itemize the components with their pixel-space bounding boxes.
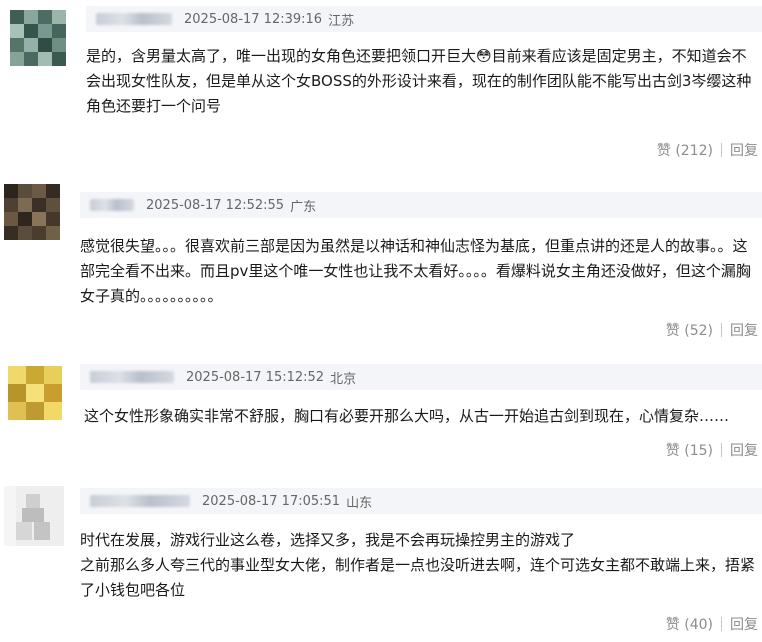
comment-text: 感觉很失望。。。很喜欢前三部是因为虽然是以神话和神仙志怪为基底，但重点讲的还是人… bbox=[80, 237, 751, 305]
timestamp: 2025-08-17 15:12:52 bbox=[186, 369, 325, 385]
like-button[interactable]: 赞 (212) bbox=[657, 140, 713, 160]
comment-actions: 赞 (40) 回复 bbox=[666, 614, 758, 634]
timestamp: 2025-08-17 12:52:55 bbox=[146, 197, 285, 213]
comment-item: 2025-08-17 12:39:16 江苏 是的，含男量太高了，唯一出现的女角… bbox=[0, 0, 762, 172]
like-button[interactable]: 赞 (15) bbox=[666, 440, 713, 460]
timestamp: 2025-08-17 12:39:16 bbox=[184, 11, 323, 27]
comment-meta: 2025-08-17 12:39:16 江苏 bbox=[86, 6, 762, 32]
comment-text: 这个女性形象确实非常不舒服，胸口有必要开那么大吗，从古一开始追古剑到现在，心情复… bbox=[84, 407, 730, 425]
avatar[interactable] bbox=[10, 10, 66, 66]
username[interactable] bbox=[90, 495, 190, 507]
comment-item: 2025-08-17 15:12:52 北京 这个女性形象确实非常不舒服，胸口有… bbox=[0, 348, 762, 472]
username[interactable] bbox=[90, 199, 134, 211]
avatar[interactable] bbox=[4, 184, 60, 240]
divider bbox=[721, 143, 722, 157]
comment-actions: 赞 (52) 回复 bbox=[666, 320, 758, 340]
comment-meta: 2025-08-17 12:52:55 广东 bbox=[80, 192, 762, 218]
reply-button[interactable]: 回复 bbox=[730, 140, 758, 160]
divider bbox=[721, 443, 722, 457]
reply-button[interactable]: 回复 bbox=[730, 440, 758, 460]
divider bbox=[721, 617, 722, 631]
location: 北京 bbox=[330, 371, 357, 387]
comment-text: 时代在发展，游戏行业这么卷，选择又多，我是不会再玩操控男主的游戏了 之前那么多人… bbox=[80, 531, 756, 599]
comment-meta: 2025-08-17 17:05:51 山东 bbox=[80, 488, 762, 514]
username[interactable] bbox=[96, 13, 172, 25]
comment-meta: 2025-08-17 15:12:52 北京 bbox=[80, 364, 762, 390]
comment-item: 2025-08-17 12:52:55 广东 感觉很失望。。。很喜欢前三部是因为… bbox=[0, 172, 762, 348]
avatar[interactable] bbox=[8, 366, 62, 420]
comment-text: 是的，含男量太高了，唯一出现的女角色还要把领口开巨大😳目前来看应该是固定男主，不… bbox=[86, 47, 752, 115]
like-button[interactable]: 赞 (40) bbox=[666, 614, 713, 634]
reply-button[interactable]: 回复 bbox=[730, 614, 758, 634]
timestamp: 2025-08-17 17:05:51 bbox=[202, 493, 341, 509]
like-button[interactable]: 赞 (52) bbox=[666, 320, 713, 340]
reply-button[interactable]: 回复 bbox=[730, 320, 758, 340]
location: 江苏 bbox=[328, 13, 355, 29]
comment-item: 2025-08-17 17:05:51 山东 时代在发展，游戏行业这么卷，选择又… bbox=[0, 472, 762, 642]
comment-actions: 赞 (15) 回复 bbox=[666, 440, 758, 460]
username[interactable] bbox=[90, 371, 174, 383]
comment-actions: 赞 (212) 回复 bbox=[657, 140, 758, 160]
avatar[interactable] bbox=[4, 486, 64, 546]
divider bbox=[721, 323, 722, 337]
location: 山东 bbox=[346, 495, 373, 511]
location: 广东 bbox=[290, 199, 317, 215]
